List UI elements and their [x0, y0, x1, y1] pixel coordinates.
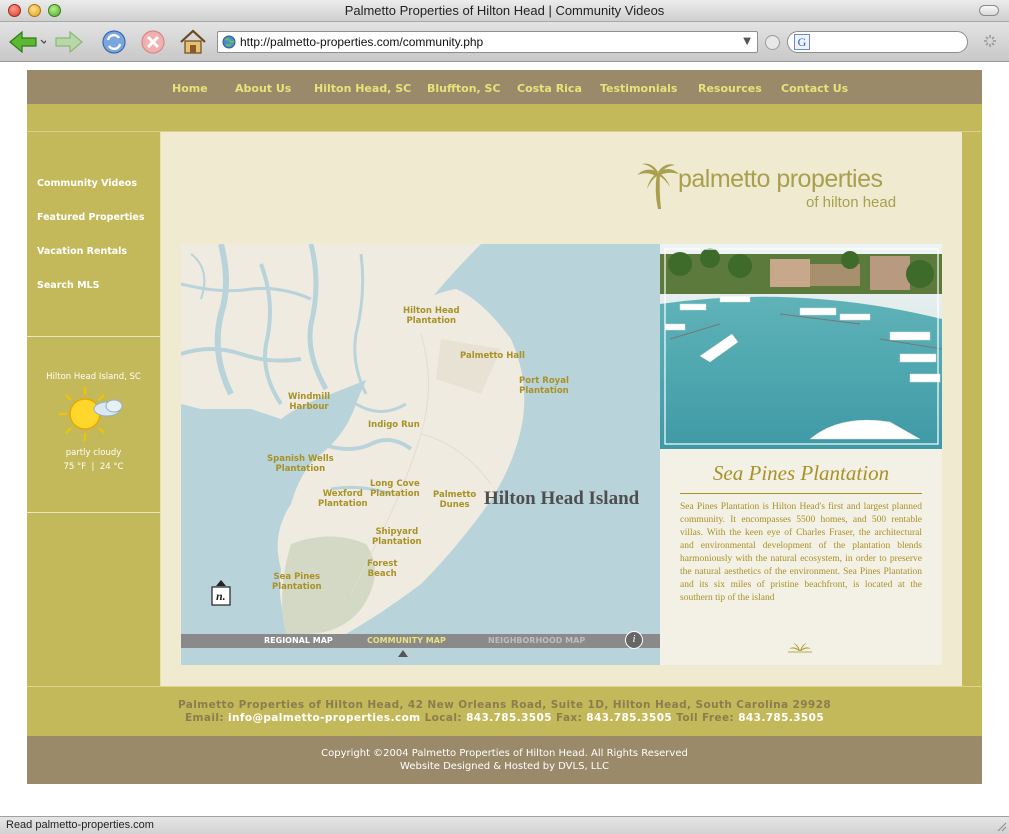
home-icon[interactable] [178, 28, 208, 56]
tab-community-map[interactable]: COMMUNITY MAP [367, 636, 446, 645]
status-text: Read palmetto-properties.com [6, 819, 154, 831]
stop-icon[interactable] [139, 28, 167, 56]
temp-fahrenheit: 75 [63, 462, 75, 472]
local-label: Local: [424, 712, 463, 724]
logo-wordmark: palmetto properties [678, 165, 883, 193]
sidebar-item-featured-properties[interactable]: Featured Properties [37, 212, 145, 223]
nav-costa-rica[interactable]: Costa Rica [517, 82, 582, 95]
nav-contact-us[interactable]: Contact Us [781, 82, 848, 95]
resize-grip-icon[interactable] [995, 820, 1007, 832]
north-indicator: n. [211, 580, 231, 614]
toolbar-toggle-button[interactable] [979, 5, 999, 16]
map-label-indigo-run[interactable]: Indigo Run [368, 420, 420, 430]
sidebar-item-search-mls[interactable]: Search MLS [37, 280, 99, 291]
north-label: n. [216, 589, 226, 603]
local-phone: 843.785.3505 [466, 712, 552, 724]
palm-tree-icon [637, 163, 679, 209]
globe-icon [222, 35, 236, 49]
partly-cloudy-sun-icon [59, 387, 123, 441]
community-info-panel: Sea Pines Plantation Sea Pines Plantatio… [660, 449, 942, 665]
title-divider [680, 493, 922, 494]
marina-image [660, 244, 942, 449]
palm-ornament-icon [788, 643, 812, 653]
map-label-port-royal-plantation[interactable]: Port Royal Plantation [519, 376, 569, 396]
map-label-sea-pines-plantation[interactable]: Sea Pines Plantation [272, 572, 322, 592]
address-bar[interactable]: http://palmetto-properties.com/community… [217, 31, 758, 53]
reload-icon[interactable] [100, 28, 128, 56]
community-description: Sea Pines Plantation is Hilton Head's fi… [680, 502, 922, 603]
designer-credit[interactable]: Website Designed & Hosted by DVLS, LLC [27, 761, 982, 772]
back-arrow-icon[interactable] [6, 28, 46, 56]
top-navigation: Home About Us Hilton Head, SC Bluffton, … [27, 70, 982, 104]
footer-contact: Palmetto Properties of Hilton Head, 42 N… [27, 686, 982, 736]
sidebar-item-community-videos[interactable]: Community Videos [37, 178, 137, 189]
unit-celsius: °C [113, 462, 124, 472]
fax-number: 843.785.3505 [586, 712, 673, 724]
email-label: Email: [184, 712, 224, 724]
email-link[interactable]: info@palmetto-properties.com [228, 712, 421, 724]
map-label-palmetto-dunes[interactable]: Palmetto Dunes [433, 490, 476, 510]
map-view-tabs: REGIONAL MAP COMMUNITY MAP NEIGHBORHOOD … [181, 634, 660, 648]
footer-copyright: Copyright ©2004 Palmetto Properties of H… [27, 736, 982, 784]
active-tab-indicator [398, 650, 408, 657]
map-label-forest-beach[interactable]: Forest Beach [367, 559, 397, 579]
search-input[interactable]: G [787, 31, 968, 53]
map-label-palmetto-hall[interactable]: Palmetto Hall [460, 351, 525, 361]
search-engine-icon[interactable]: G [794, 34, 810, 50]
nav-hilton-head-sc[interactable]: Hilton Head, SC [314, 82, 411, 95]
loading-spinner-icon [984, 35, 996, 47]
map-label-hilton-head-plantation[interactable]: Hilton Head Plantation [403, 306, 460, 326]
tollfree-label: Toll Free: [676, 712, 735, 724]
tab-regional-map[interactable]: REGIONAL MAP [264, 636, 333, 645]
sidebar: Community Videos Featured Properties Vac… [27, 132, 160, 686]
main-content: palmetto properties of hilton head Hilto… [160, 132, 962, 686]
status-bar: Read palmetto-properties.com [0, 816, 1009, 834]
community-title: Sea Pines Plantation [712, 461, 890, 485]
nav-resources[interactable]: Resources [698, 82, 762, 95]
address-text: http://palmetto-properties.com/community… [240, 35, 484, 49]
map-label-windmill-harbour[interactable]: Windmill Harbour [288, 392, 330, 412]
map-label-long-cove-plantation[interactable]: Long Cove Plantation [370, 479, 420, 499]
tab-neighborhood-map[interactable]: NEIGHBORHOOD MAP [488, 636, 585, 645]
footer-contact-line: Email: info@palmetto-properties.com Loca… [27, 712, 982, 724]
footer-address: Palmetto Properties of Hilton Head, 42 N… [177, 699, 832, 711]
window-titlebar: Palmetto Properties of Hilton Head | Com… [0, 0, 1009, 22]
window-title: Palmetto Properties of Hilton Head | Com… [344, 3, 665, 18]
map-label-spanish-wells-plantation[interactable]: Spanish Wells Plantation [267, 454, 334, 474]
logo-subtitle: of hilton head [806, 194, 897, 211]
temp-celsius: 24 [99, 462, 111, 472]
weather-location: Hilton Head Island, SC [46, 372, 141, 382]
map-label-shipyard-plantation[interactable]: Shipyard Plantation [372, 527, 422, 547]
right-border-strip [962, 132, 982, 686]
community-map[interactable]: Hilton Head Plantation Palmetto Hall Por… [181, 244, 660, 665]
fax-label: Fax: [555, 712, 583, 724]
page-container: Home About Us Hilton Head, SC Bluffton, … [27, 70, 982, 784]
unit-fahrenheit: °F [76, 462, 87, 472]
nav-about-us[interactable]: About Us [235, 82, 291, 95]
sidebar-item-vacation-rentals[interactable]: Vacation Rentals [37, 246, 127, 257]
sidebar-divider [27, 512, 160, 513]
copyright-text: Copyright ©2004 Palmetto Properties of H… [321, 748, 688, 759]
nav-home[interactable]: Home [172, 82, 208, 95]
chevron-down-icon[interactable]: ▼ [743, 36, 751, 47]
tollfree-number: 843.785.3505 [738, 712, 825, 724]
sidebar-divider [27, 336, 160, 337]
marina-photo [660, 244, 942, 449]
map-label-wexford-plantation[interactable]: Wexford Plantation [318, 489, 368, 509]
forward-arrow-icon[interactable] [52, 28, 88, 56]
browser-toolbar: http://palmetto-properties.com/community… [0, 22, 1009, 62]
info-icon[interactable]: i [625, 631, 643, 649]
weather-temperatures: 75 °F | 24 °C [63, 462, 124, 472]
nav-bluffton-sc[interactable]: Bluffton, SC [427, 82, 501, 95]
weather-condition: partly cloudy [65, 448, 122, 458]
map-title: Hilton Head Island [484, 488, 640, 509]
header-band [27, 104, 982, 132]
go-button[interactable] [765, 35, 780, 50]
nav-testimonials[interactable]: Testimonials [600, 82, 677, 95]
